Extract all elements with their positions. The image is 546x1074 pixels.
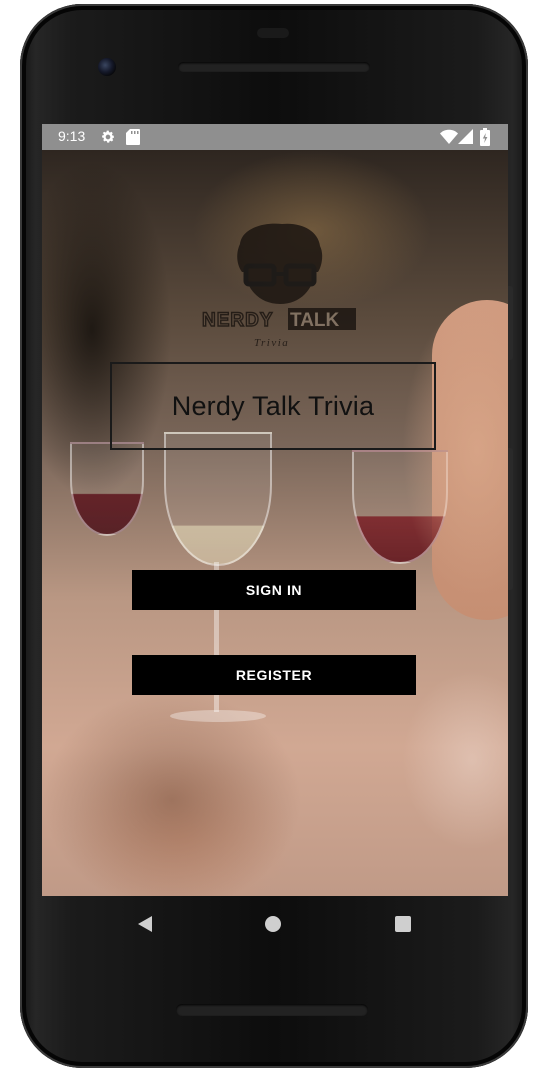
- app-title-box: Nerdy Talk Trivia: [110, 362, 436, 450]
- navigation-bar: [42, 896, 508, 952]
- wine-glass: [164, 432, 272, 566]
- screen: 9:13 TALK NERDY Trivia Nerdy Talk Trivia…: [42, 124, 508, 896]
- signal-icon: [458, 129, 473, 144]
- status-time: 9:13: [58, 128, 86, 144]
- home-icon[interactable]: [264, 915, 282, 933]
- recents-icon[interactable]: [394, 915, 412, 933]
- wine-glass: [70, 442, 144, 536]
- app-title: Nerdy Talk Trivia: [171, 390, 375, 421]
- battery-icon: [480, 128, 490, 146]
- logo-text-talk: TALK: [290, 310, 340, 331]
- earpiece-speaker: [178, 62, 370, 72]
- logo-subtitle: Trivia: [254, 337, 289, 349]
- sign-in-button[interactable]: SIGN IN: [132, 570, 416, 610]
- wifi-icon: [440, 129, 458, 144]
- logo-text-nerdy: NERDY: [202, 310, 274, 331]
- nerdy-talk-logo: TALK NERDY Trivia: [202, 223, 356, 349]
- gear-icon: [102, 130, 115, 143]
- top-sensor: [257, 28, 289, 38]
- register-button[interactable]: REGISTER: [132, 655, 416, 695]
- front-camera: [98, 58, 116, 76]
- sd-card-icon: [126, 129, 140, 145]
- background-photo: TALK NERDY Trivia Nerdy Talk Trivia SIGN…: [42, 150, 508, 896]
- bottom-speaker: [176, 1004, 368, 1016]
- back-icon[interactable]: [136, 914, 154, 934]
- status-bar: 9:13: [42, 124, 508, 150]
